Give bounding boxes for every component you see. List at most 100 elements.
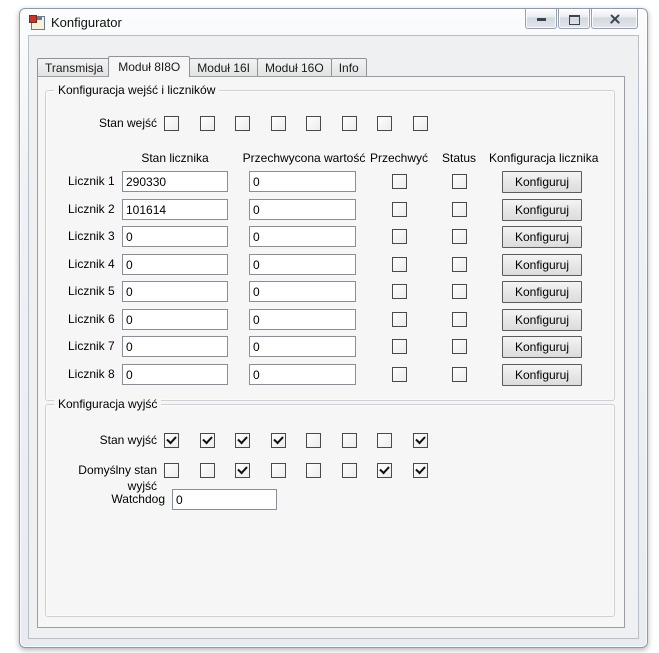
domyslny-checkbox-5[interactable] [306, 463, 321, 478]
licznik-row-3: Licznik 3 Konfiguruj [46, 226, 614, 248]
stan-licznika-input-4[interactable] [122, 254, 228, 275]
przechwyc-checkbox-8[interactable] [392, 367, 407, 382]
stan-wyjsc-checkbox-1[interactable] [164, 433, 179, 448]
stan-wyjsc-checkbox-5[interactable] [306, 433, 321, 448]
minimize-button[interactable] [525, 9, 557, 29]
licznik-label: Licznik 1 [68, 174, 115, 188]
maximize-icon [569, 14, 580, 25]
domyslny-checkbox-3[interactable] [235, 463, 250, 478]
tab-transmisja[interactable]: Transmisja [37, 58, 112, 76]
konfiguruj-button-6[interactable]: Konfiguruj [502, 309, 582, 331]
stan-wejsc-checkbox-3[interactable] [235, 116, 250, 131]
stan-wejsc-checkbox-1[interactable] [164, 116, 179, 131]
stan-wejsc-row: Stan wejść [46, 115, 614, 136]
close-button[interactable] [591, 9, 638, 29]
przechwyc-checkbox-7[interactable] [392, 339, 407, 354]
konfiguruj-button-8[interactable]: Konfiguruj [502, 364, 582, 386]
stan-licznika-input-5[interactable] [122, 281, 228, 302]
przechwyc-checkbox-4[interactable] [392, 257, 407, 272]
stan-licznika-input-8[interactable] [122, 364, 228, 385]
group-title: Konfiguracja wyjść [54, 397, 162, 412]
przechwycona-input-2[interactable] [249, 199, 356, 220]
client-area: Transmisja Moduł 8I8O Moduł 16I Moduł 16… [28, 35, 639, 639]
header-status: Status [441, 151, 477, 165]
stan-wyjsc-checkbox-6[interactable] [342, 433, 357, 448]
przechwyc-checkbox-2[interactable] [392, 202, 407, 217]
watchdog-input[interactable] [172, 489, 277, 510]
przechwycona-input-1[interactable] [249, 171, 356, 192]
przechwyc-checkbox-5[interactable] [392, 284, 407, 299]
titlebar[interactable]: Konfigurator [20, 9, 647, 36]
konfiguruj-button-7[interactable]: Konfiguruj [502, 336, 582, 358]
tab-modul-8i8o[interactable]: Moduł 8I8O [108, 56, 191, 77]
status-checkbox-4[interactable] [452, 257, 467, 272]
stan-wejsc-checkbox-6[interactable] [342, 116, 357, 131]
header-przechwyc: Przechwyć [369, 151, 428, 165]
konfiguruj-button-2[interactable]: Konfiguruj [502, 199, 582, 221]
close-icon [609, 13, 621, 25]
maximize-button[interactable] [558, 9, 590, 29]
group-title: Konfiguracja wejść i liczników [54, 83, 220, 98]
licznik-label: Licznik 5 [68, 284, 115, 298]
stan-wyjsc-checkbox-2[interactable] [200, 433, 215, 448]
stan-wejsc-checkbox-5[interactable] [306, 116, 321, 131]
stan-wejsc-checkbox-8[interactable] [413, 116, 428, 131]
przechwycona-input-4[interactable] [249, 254, 356, 275]
status-checkbox-5[interactable] [452, 284, 467, 299]
przechwyc-checkbox-6[interactable] [392, 312, 407, 327]
group-konfiguracja-wejsc: Konfiguracja wejść i liczników Stan wejś… [45, 83, 615, 401]
stan-wyjsc-checkbox-7[interactable] [377, 433, 392, 448]
app-window: Konfigurator Transmisja Moduł 8I8O Moduł… [19, 8, 648, 648]
przechwycona-input-6[interactable] [249, 309, 356, 330]
tab-info[interactable]: Info [330, 58, 367, 76]
status-checkbox-3[interactable] [452, 229, 467, 244]
status-checkbox-6[interactable] [452, 312, 467, 327]
stan-wejsc-checkbox-4[interactable] [271, 116, 286, 131]
licznik-label: Licznik 6 [68, 312, 115, 326]
konfiguruj-button-1[interactable]: Konfiguruj [502, 171, 582, 193]
stan-licznika-input-6[interactable] [122, 309, 228, 330]
status-checkbox-2[interactable] [452, 202, 467, 217]
stan-licznika-input-3[interactable] [122, 226, 228, 247]
tab-strip: Transmisja Moduł 8I8O Moduł 16I Moduł 16… [37, 56, 625, 77]
konfiguruj-button-3[interactable]: Konfiguruj [502, 226, 582, 248]
stan-wyjsc-checkbox-8[interactable] [413, 433, 428, 448]
stan-wyjsc-label: Stan wyjść [99, 433, 157, 447]
window-title: Konfigurator [51, 15, 122, 30]
status-checkbox-8[interactable] [452, 367, 467, 382]
window-controls [524, 9, 638, 29]
tab-modul-16o[interactable]: Moduł 16O [256, 58, 332, 76]
przechwycona-input-5[interactable] [249, 281, 356, 302]
watchdog-label: Watchdog [111, 492, 165, 506]
domyslny-checkbox-6[interactable] [342, 463, 357, 478]
stan-wejsc-checkbox-7[interactable] [377, 116, 392, 131]
status-checkbox-7[interactable] [452, 339, 467, 354]
domyslny-checkbox-4[interactable] [271, 463, 286, 478]
przechwycona-input-8[interactable] [249, 364, 356, 385]
domyslny-checkbox-7[interactable] [377, 463, 392, 478]
stan-licznika-input-1[interactable] [122, 171, 228, 192]
stan-wejsc-checkbox-2[interactable] [200, 116, 215, 131]
licznik-row-8: Licznik 8 Konfiguruj [46, 364, 614, 386]
status-checkbox-1[interactable] [452, 174, 467, 189]
stan-licznika-input-2[interactable] [122, 199, 228, 220]
header-konfiguracja-licznika: Konfiguracja licznika [489, 151, 599, 165]
przechwycona-input-3[interactable] [249, 226, 356, 247]
przechwycona-input-7[interactable] [249, 336, 356, 357]
tab-page-modul-8i8o: Konfiguracja wejść i liczników Stan wejś… [37, 76, 625, 628]
konfiguruj-button-5[interactable]: Konfiguruj [502, 281, 582, 303]
watchdog-row: Watchdog [46, 489, 614, 510]
konfiguruj-button-4[interactable]: Konfiguruj [502, 254, 582, 276]
stan-licznika-input-7[interactable] [122, 336, 228, 357]
domyslny-checkbox-1[interactable] [164, 463, 179, 478]
domyslny-checkbox-2[interactable] [200, 463, 215, 478]
tab-modul-16i[interactable]: Moduł 16I [189, 58, 258, 76]
licznik-row-6: Licznik 6 Konfiguruj [46, 309, 614, 331]
domyslny-checkbox-8[interactable] [413, 463, 428, 478]
domyslny-stan-wyjsc-row: Domyślny stan wyjść [46, 462, 614, 493]
tab-control: Transmisja Moduł 8I8O Moduł 16I Moduł 16… [37, 56, 625, 628]
przechwyc-checkbox-1[interactable] [392, 174, 407, 189]
stan-wyjsc-checkbox-3[interactable] [235, 433, 250, 448]
stan-wyjsc-checkbox-4[interactable] [271, 433, 286, 448]
przechwyc-checkbox-3[interactable] [392, 229, 407, 244]
